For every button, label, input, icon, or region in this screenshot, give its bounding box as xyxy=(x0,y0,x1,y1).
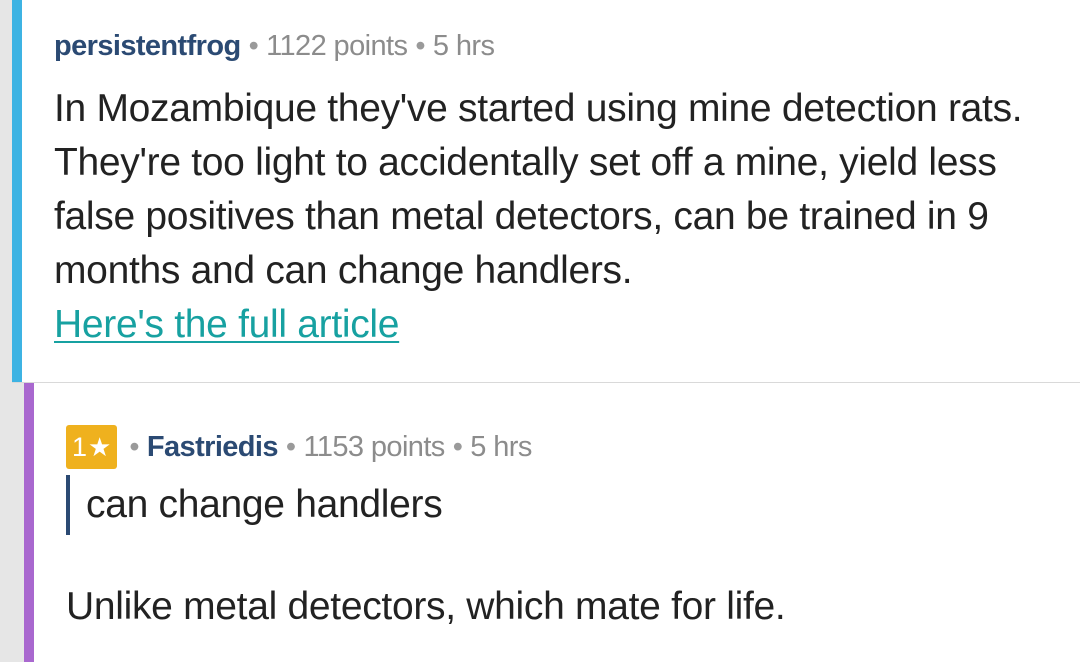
comment-time: 5 hrs xyxy=(432,30,495,62)
quote-text: can change handlers xyxy=(86,483,443,526)
comment-fastriedis[interactable]: 1 ★ • Fastriedis • 1153 points • 5 hrs ca… xyxy=(24,383,1080,662)
comment-text: In Mozambique they've started using mine… xyxy=(54,87,1023,292)
gilded-badge: 1 ★ xyxy=(66,425,118,469)
comment-author[interactable]: Fastriedis xyxy=(147,431,279,464)
comment-points: 1153 points xyxy=(303,430,445,463)
comment-body: In Mozambique they've started using mine… xyxy=(54,82,1064,352)
comment-author[interactable]: persistentfrog xyxy=(54,30,241,63)
badge-count: 1 xyxy=(72,431,88,462)
article-link[interactable]: Here's the full article xyxy=(54,303,399,346)
quoted-text: can change handlers xyxy=(66,475,443,535)
comment-meta: 1 ★ • Fastriedis • 1153 points • 5 hrs xyxy=(66,425,532,469)
comment-depth-bar xyxy=(12,0,22,382)
comment-body: Unlike metal detectors, which mate for l… xyxy=(66,585,786,628)
comment-meta: persistentfrog • 1122 points • 5 hrs xyxy=(54,30,495,63)
meta-separator: • xyxy=(129,430,139,463)
thread-gutter xyxy=(0,0,12,383)
comment-thread: persistentfrog • 1122 points • 5 hrs In … xyxy=(0,0,1080,662)
meta-separator: • xyxy=(452,430,463,463)
meta-separator: • xyxy=(248,30,259,62)
comment-time: 5 hrs xyxy=(470,430,532,463)
thread-gutter-nested xyxy=(0,383,24,662)
meta-separator: • xyxy=(285,430,296,463)
meta-separator: • xyxy=(415,30,425,62)
comment-points: 1122 points xyxy=(266,30,408,62)
comment-depth-bar xyxy=(24,383,34,662)
star-icon: ★ xyxy=(88,431,112,462)
comment-persistentfrog[interactable]: persistentfrog • 1122 points • 5 hrs In … xyxy=(12,0,1080,383)
